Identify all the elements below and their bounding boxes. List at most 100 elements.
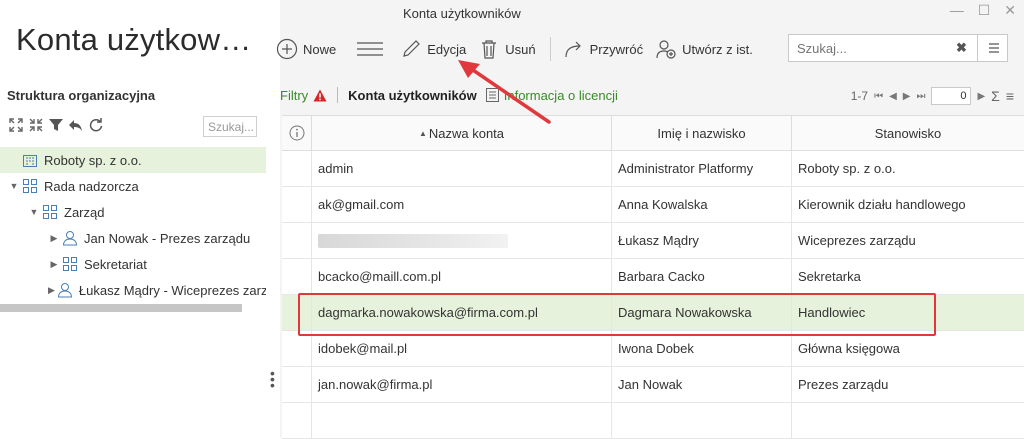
name-cell: Jan Nowak [612, 367, 792, 402]
next-page-icon[interactable]: ▶ [903, 91, 911, 102]
first-page-icon[interactable]: ⏮ [874, 91, 883, 102]
clear-search-icon[interactable]: ✖ [956, 40, 967, 56]
user-icon [57, 282, 73, 298]
org-structure-title: Struktura organizacyjna [7, 88, 156, 103]
go-page-icon[interactable]: ▶ [977, 91, 985, 102]
table-row[interactable]: idobek@mail.pl Iwona Dobek Główna księgowa [282, 331, 1024, 367]
user-add-icon [655, 38, 677, 60]
filters-label: Filtry [280, 87, 309, 103]
filter-icon[interactable] [48, 117, 64, 133]
row-indicator-cell[interactable] [282, 187, 312, 222]
tab-separator [337, 87, 339, 103]
account-cell: admin [312, 151, 612, 186]
row-indicator-cell[interactable] [282, 259, 312, 294]
row-indicator-cell[interactable] [282, 367, 312, 402]
name-cell: Łukasz Mądry [612, 223, 792, 258]
name-cell: Barbara Cacko [612, 259, 792, 294]
create-from-existing-button[interactable]: Utwórz z ist. [655, 38, 753, 60]
back-icon[interactable] [68, 117, 84, 133]
user-icon [62, 230, 78, 246]
expand-toggle-icon[interactable]: ▶ [48, 285, 55, 296]
refresh-icon[interactable] [88, 117, 104, 133]
tree-node[interactable]: ▶ Jan Nowak - Prezes zarządu [0, 225, 266, 251]
table-row[interactable]: Łukasz Mądry Wiceprezes zarządu [282, 223, 1024, 259]
tree-node[interactable]: Roboty sp. z o.o. [0, 147, 266, 173]
table-row[interactable]: ak@gmail.com Anna Kowalska Kierownik dział… [282, 187, 1024, 223]
hamburger-icon [356, 38, 384, 60]
search-menu-button[interactable] [977, 35, 1010, 61]
info-icon [289, 125, 304, 141]
accounts-grid: ▲ Nazwa konta Imię i nazwisko Stanowisko… [282, 115, 1024, 439]
restore-button[interactable]: Przywróć [563, 38, 643, 60]
tree-node-label: Zarząd [64, 204, 105, 220]
minimize-button[interactable]: — [950, 2, 964, 19]
expand-all-icon[interactable] [8, 117, 24, 133]
delete-button[interactable]: Usuń [478, 38, 536, 60]
create-from-label: Utwórz z ist. [682, 41, 753, 57]
toolbar: Nowe Edycja Usuń Przywróć Utwórz z ist. [276, 34, 765, 64]
column-header-account[interactable]: ▲ Nazwa konta [312, 116, 612, 150]
menu-button[interactable] [356, 38, 384, 60]
account-cell: ak@gmail.com [312, 187, 612, 222]
name-cell [612, 403, 792, 438]
column-header-account-label: Nazwa konta [428, 125, 505, 141]
org-unit-icon [22, 178, 38, 194]
view-tabs: Filtry Konta użytkowników Informacja o l… [280, 84, 618, 106]
expand-toggle-icon[interactable]: ▶ [48, 259, 60, 270]
warning-icon [313, 89, 327, 101]
tree-node[interactable]: ▼ Rada nadzorcza [0, 173, 266, 199]
tree-node-label: Roboty sp. z o.o. [44, 152, 142, 168]
tree-toolbar [8, 117, 104, 133]
column-header-name[interactable]: Imię i nazwisko [612, 116, 792, 150]
sum-icon[interactable]: Σ [991, 88, 1000, 104]
close-button[interactable]: ✕ [1004, 2, 1016, 19]
maximize-button[interactable]: ☐ [978, 2, 991, 19]
building-icon [22, 152, 38, 168]
last-page-icon[interactable]: ⏭ [916, 91, 925, 102]
name-cell: Iwona Dobek [612, 331, 792, 366]
org-tree: Roboty sp. z o.o. ▼ Rada nadzorcza ▼ Zarząd ▶… [0, 147, 266, 303]
grid-header: ▲ Nazwa konta Imię i nazwisko Stanowisko [282, 116, 1024, 151]
table-row[interactable]: bcacko@maill.com.pl Barbara Cacko Sekretar… [282, 259, 1024, 295]
org-unit-icon [42, 204, 58, 220]
tree-node-label: Rada nadzorcza [44, 178, 139, 194]
account-cell: idobek@mail.pl [312, 331, 612, 366]
row-indicator-cell[interactable] [282, 223, 312, 258]
tree-horizontal-scrollbar[interactable] [0, 304, 242, 312]
account-cell [312, 223, 612, 258]
row-indicator-cell[interactable] [282, 331, 312, 366]
tab-filters[interactable]: Filtry [280, 88, 327, 103]
window-title: Konta użytkowników [403, 6, 521, 21]
tree-node[interactable]: ▼ Zarząd [0, 199, 266, 225]
tree-node[interactable]: ▶ Sekretariat [0, 251, 266, 277]
sort-asc-icon: ▲ [418, 128, 427, 138]
tab-license-info[interactable]: Informacja o licencji [485, 87, 618, 103]
search-input[interactable] [795, 40, 949, 57]
prev-page-icon[interactable]: ◀ [889, 91, 897, 102]
row-indicator-cell[interactable] [282, 151, 312, 186]
info-column-header[interactable] [282, 116, 312, 150]
restore-label: Przywróć [589, 41, 644, 57]
edit-label: Edycja [427, 41, 467, 57]
expand-toggle-icon[interactable]: ▶ [48, 233, 60, 244]
search-box: ✖ [788, 34, 1008, 62]
new-button[interactable]: Nowe [276, 38, 336, 60]
column-header-position[interactable]: Stanowisko [792, 116, 1024, 150]
table-row[interactable]: jan.nowak@firma.pl Jan Nowak Prezes zarząd… [282, 367, 1024, 403]
position-cell: Wiceprezes zarządu [798, 233, 916, 248]
splitter-grip-icon[interactable]: • • • [270, 366, 275, 392]
redo-arrow-icon [563, 38, 585, 60]
edit-button[interactable]: Edycja [400, 38, 466, 60]
page-input[interactable]: 0 [931, 87, 972, 105]
tree-search-input[interactable]: Szukaj... [203, 116, 257, 137]
table-row[interactable]: admin Administrator Platformy Roboty sp. z… [282, 151, 1024, 187]
tree-node[interactable]: ▶ Łukasz Mądry - Wiceprezes zarz [0, 277, 266, 303]
collapse-all-icon[interactable] [28, 117, 44, 133]
empty-row [282, 403, 1024, 439]
collapse-toggle-icon[interactable]: ▼ [8, 181, 20, 191]
collapse-toggle-icon[interactable]: ▼ [28, 207, 40, 217]
row-indicator-cell [282, 403, 312, 438]
columns-menu-icon[interactable]: ≡ [1006, 88, 1014, 104]
tab-user-accounts[interactable]: Konta użytkowników [348, 88, 477, 103]
plus-circle-icon [276, 38, 298, 60]
